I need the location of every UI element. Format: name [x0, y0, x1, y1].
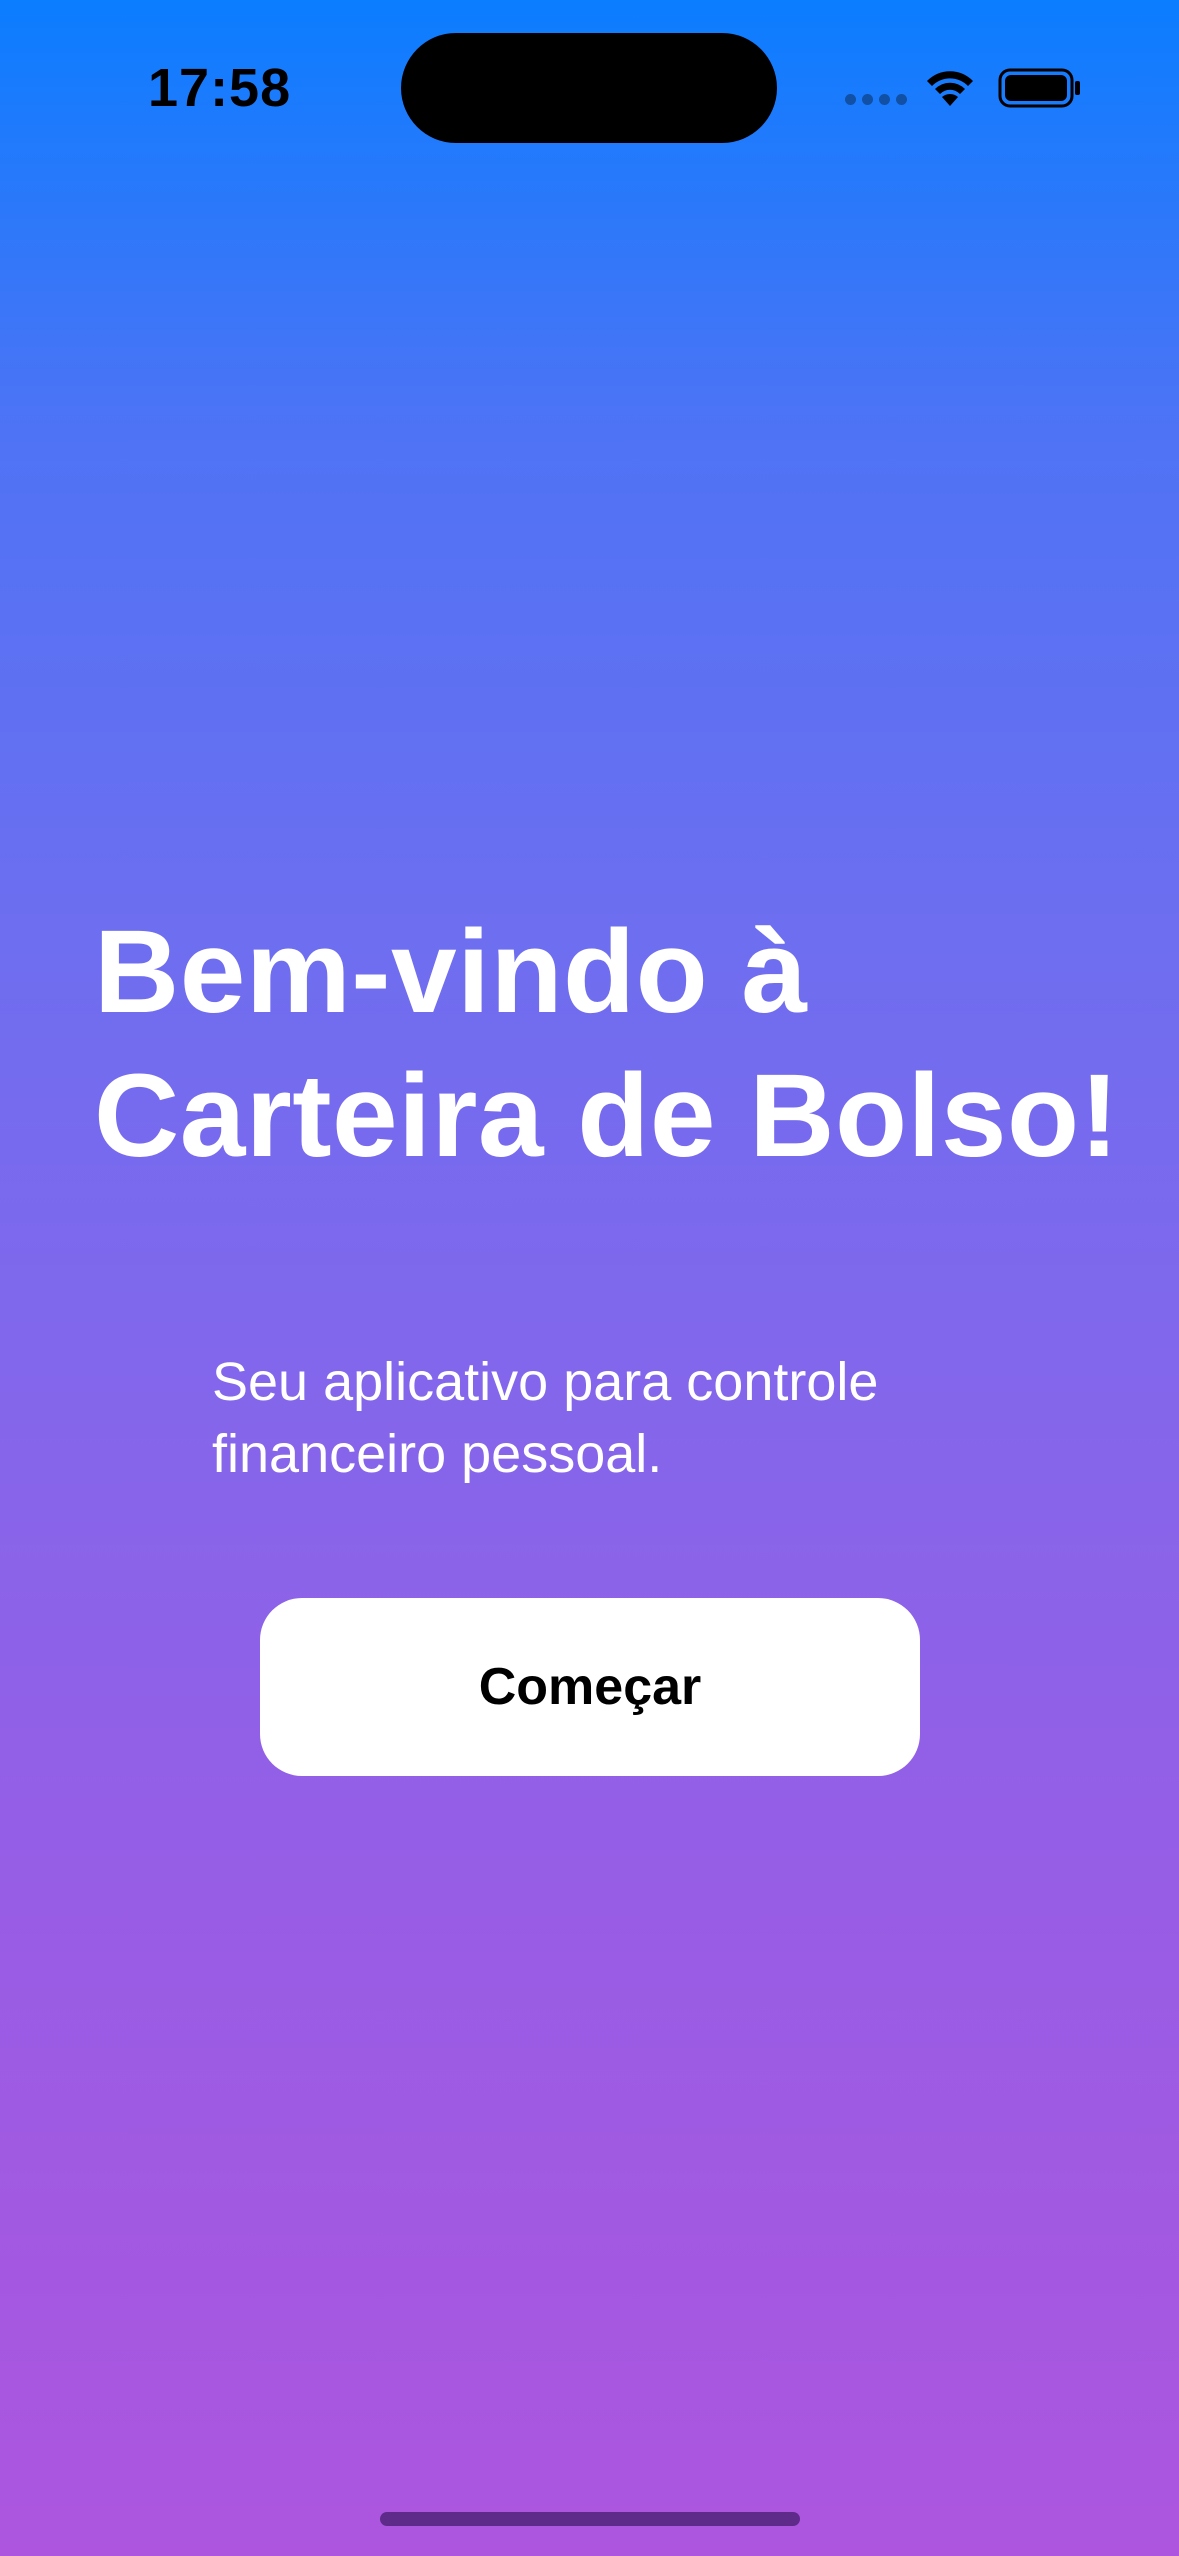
welcome-title: Bem-vindo à Carteira de Bolso! [94, 900, 1134, 1188]
welcome-subtitle-line-1: Seu aplicativo para controle [212, 1352, 879, 1412]
welcome-subtitle: Seu aplicativo para controle financeiro … [212, 1346, 1012, 1490]
welcome-title-line-1: Bem-vindo à [94, 906, 808, 1038]
welcome-title-line-2: Carteira de Bolso! [94, 1050, 1120, 1182]
wifi-icon [927, 71, 973, 106]
welcome-screen: 17:58 Bem-vindo à Carteira de Bolso! Seu… [0, 0, 1179, 2556]
battery-icon [998, 68, 1080, 108]
start-button[interactable]: Começar [260, 1598, 920, 1776]
home-indicator[interactable] [380, 2512, 800, 2526]
status-time: 17:58 [148, 58, 292, 118]
dynamic-island [401, 33, 777, 143]
welcome-subtitle-line-2: financeiro pessoal. [212, 1424, 663, 1484]
signal-dots-icon [845, 94, 907, 105]
